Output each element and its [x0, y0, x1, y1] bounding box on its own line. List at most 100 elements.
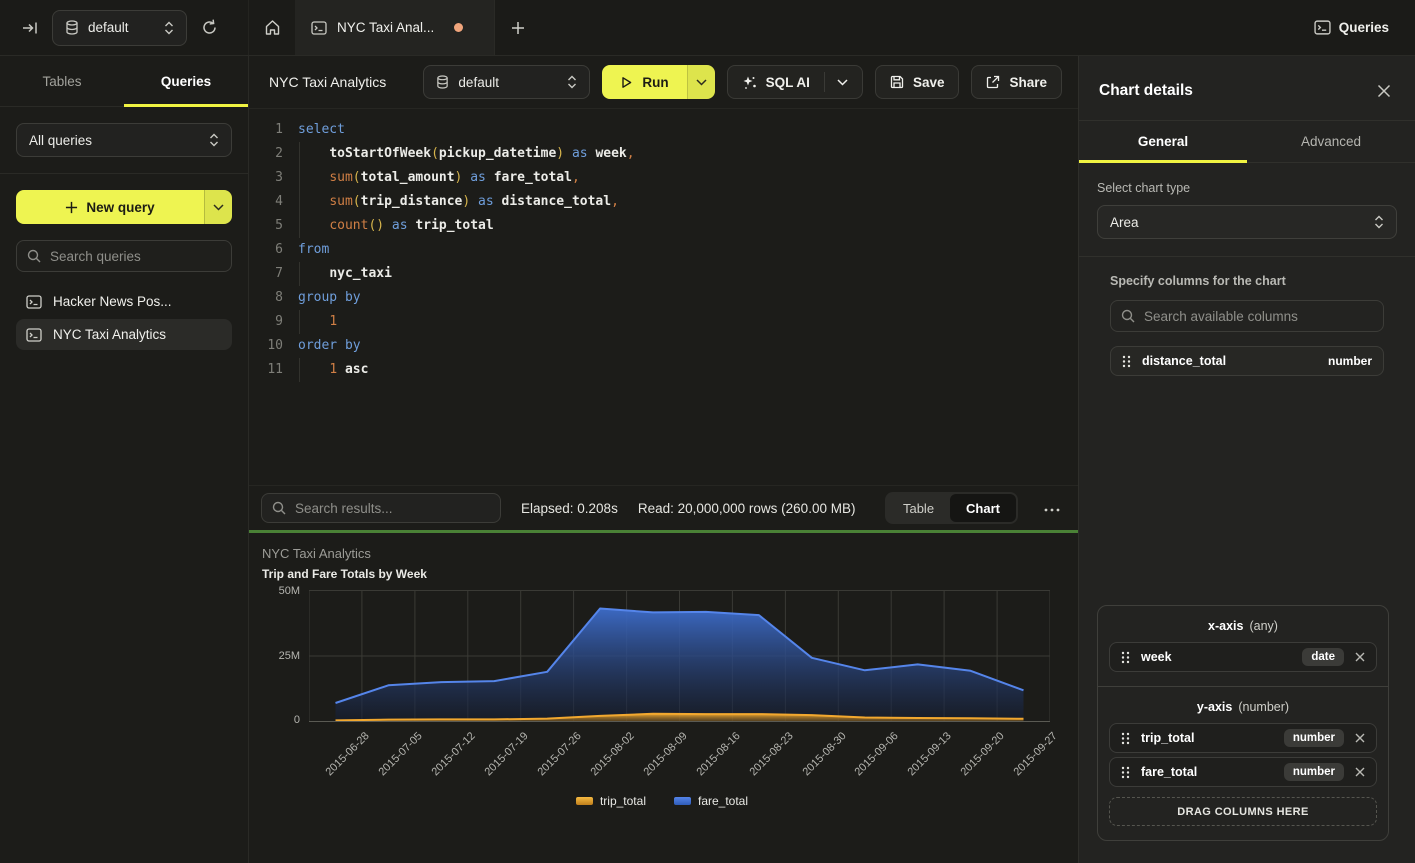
save-button[interactable]: Save [875, 65, 960, 99]
refresh-icon[interactable] [201, 19, 218, 36]
chevron-down-icon [837, 79, 848, 86]
legend-label: fare_total [698, 794, 748, 808]
tab-advanced[interactable]: Advanced [1247, 121, 1415, 162]
tab-queries[interactable]: Queries [124, 56, 248, 106]
column-type-badge: number [1284, 763, 1344, 781]
toolbar-database-select[interactable]: default [423, 65, 590, 99]
search-queries-input[interactable]: Search queries [16, 240, 232, 272]
legend-item-fare_total[interactable]: fare_total [674, 794, 748, 808]
run-button[interactable]: Run [602, 65, 714, 99]
chart-title: NYC Taxi Analytics [262, 546, 1078, 561]
chart-details-panel: Chart details General Advanced Select ch… [1078, 56, 1415, 863]
sql-ai-label: SQL AI [766, 75, 810, 90]
chart-type-label: Select chart type [1097, 181, 1397, 195]
legend-item-trip_total[interactable]: trip_total [576, 794, 646, 808]
top-bar-left: default [0, 0, 249, 55]
sidebar-filter-section: All queries [0, 107, 248, 174]
more-options-icon[interactable] [1038, 499, 1066, 517]
x-tick-label: 2015-08-02 [588, 730, 636, 778]
drag-columns-dropzone[interactable]: DRAG COLUMNS HERE [1109, 797, 1377, 826]
queries-filter-select[interactable]: All queries [16, 123, 232, 157]
remove-column-icon[interactable] [1355, 767, 1365, 777]
view-table-button[interactable]: Table [887, 494, 950, 522]
search-icon [1121, 309, 1135, 323]
code-line: 1 [298, 310, 1078, 334]
new-query-button[interactable]: New query [16, 190, 232, 224]
new-query-label: New query [86, 200, 154, 215]
panel-tabs: General Advanced [1079, 121, 1415, 163]
collapse-sidebar-icon[interactable] [22, 20, 38, 36]
sql-ai-button[interactable]: SQL AI [727, 65, 863, 99]
remove-column-icon[interactable] [1355, 652, 1365, 662]
top-bar: default NYC Taxi Anal... [0, 0, 1415, 56]
column-type-badge: number [1284, 729, 1344, 747]
chevron-down-icon [696, 79, 707, 86]
code-line: group by [298, 286, 1078, 310]
line-number: 5 [249, 214, 283, 238]
sql-editor[interactable]: 1234567891011 select toStartOfWeek(picku… [249, 108, 1078, 485]
search-columns-input[interactable]: Search available columns [1110, 300, 1384, 332]
view-chart-button[interactable]: Chart [950, 494, 1016, 522]
line-number: 3 [249, 166, 283, 190]
axis-column-week[interactable]: weekdate [1109, 642, 1377, 672]
column-name: fare_total [1141, 765, 1197, 779]
run-dropdown[interactable] [687, 65, 715, 99]
chart-legend: trip_total fare_total [262, 794, 1062, 808]
column-name: trip_total [1141, 731, 1194, 745]
tab-nyc-taxi-analytics[interactable]: NYC Taxi Anal... [295, 0, 495, 55]
y-tick-label: 50M [279, 585, 300, 597]
line-number-gutter: 1234567891011 [249, 118, 283, 485]
updown-chevron-icon [567, 75, 577, 89]
tab-tables[interactable]: Tables [0, 56, 124, 106]
available-column-distance_total[interactable]: distance_total number [1110, 346, 1384, 376]
x-axis-label: x-axis [1208, 619, 1243, 633]
new-query-dropdown[interactable] [204, 190, 232, 224]
axis-column-trip_total[interactable]: trip_total number [1109, 723, 1377, 753]
line-number: 2 [249, 142, 283, 166]
home-tab-button[interactable] [249, 0, 295, 55]
new-tab-button[interactable] [495, 0, 541, 55]
legend-swatch [576, 797, 593, 805]
queries-button[interactable]: Queries [1314, 0, 1415, 55]
close-icon[interactable] [1377, 84, 1391, 98]
search-columns-placeholder: Search available columns [1144, 309, 1298, 324]
code-line: select [298, 118, 1078, 142]
code-line: sum(trip_distance) as distance_total, [298, 190, 1078, 214]
area-chart[interactable] [309, 590, 1050, 722]
tab-strip: NYC Taxi Anal... [249, 0, 1314, 55]
saved-query-label: Hacker News Pos... [53, 294, 172, 309]
database-select[interactable]: default [52, 10, 187, 46]
chart-type-select[interactable]: Area [1097, 205, 1397, 239]
tab-general[interactable]: General [1079, 121, 1247, 162]
column-name: distance_total [1142, 354, 1226, 368]
x-tick-label: 2015-08-30 [800, 730, 848, 778]
search-results-input[interactable]: Search results... [261, 493, 501, 523]
drag-handle-icon [1121, 732, 1130, 745]
view-toggle: Table Chart [885, 492, 1018, 524]
x-tick-label: 2015-06-28 [324, 730, 372, 778]
line-number: 4 [249, 190, 283, 214]
code-line: order by [298, 334, 1078, 358]
line-number: 1 [249, 118, 283, 142]
sql-code[interactable]: select toStartOfWeek(pickup_datetime) as… [283, 118, 1078, 485]
elapsed-stat: Elapsed: 0.208s [521, 501, 618, 516]
sidebar-queries-section: New query Search queries Hacker News Pos… [0, 174, 248, 366]
results-bar: Search results... Elapsed: 0.208s Read: … [249, 485, 1078, 530]
read-stat: Read: 20,000,000 rows (260.00 MB) [638, 501, 856, 516]
x-axis-hint: (any) [1249, 619, 1277, 633]
code-line: sum(total_amount) as fare_total, [298, 166, 1078, 190]
run-label: Run [642, 75, 668, 90]
sql-console-app: default NYC Taxi Anal... [0, 0, 1415, 863]
column-type: number [1328, 354, 1372, 368]
saved-query-item[interactable]: Hacker News Pos... [16, 286, 232, 317]
share-button[interactable]: Share [971, 65, 1062, 99]
saved-query-item[interactable]: NYC Taxi Analytics [16, 319, 232, 350]
remove-column-icon[interactable] [1355, 733, 1365, 743]
x-tick-label: 2015-08-09 [641, 730, 689, 778]
button-divider [824, 72, 825, 92]
updown-chevron-icon [209, 133, 219, 147]
legend-label: trip_total [600, 794, 646, 808]
console-icon [311, 21, 327, 35]
axis-column-fare_total[interactable]: fare_total number [1109, 757, 1377, 787]
chart-subtitle: Trip and Fare Totals by Week [262, 567, 1078, 581]
